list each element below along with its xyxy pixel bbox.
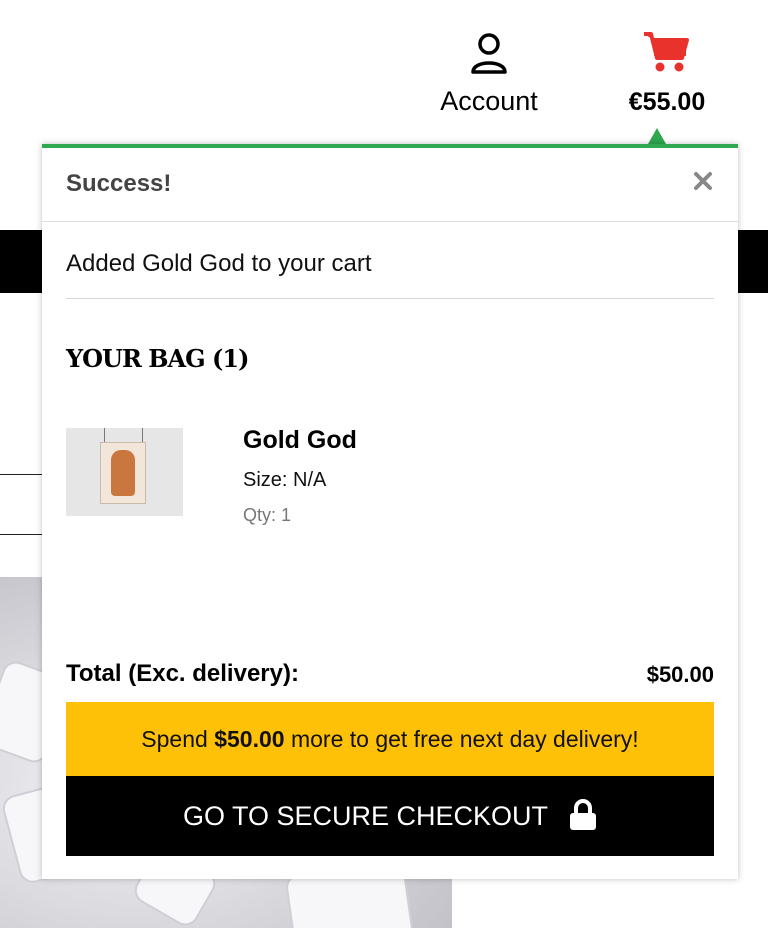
close-icon[interactable] — [692, 170, 714, 192]
divider-line — [0, 474, 42, 475]
product-qty: Qty: 1 — [243, 505, 292, 525]
toast-message: Added Gold God to your cart — [66, 250, 372, 277]
bag-heading: YOUR BAG (1) — [66, 344, 249, 373]
divider-line — [0, 534, 42, 535]
promo-prefix: Spend — [141, 726, 208, 752]
total-value: $50.00 — [646, 662, 714, 687]
account-label: Account — [440, 86, 538, 116]
free-delivery-banner: Spend $50.00 more to get free next day d… — [66, 702, 714, 776]
divider — [66, 298, 714, 299]
lock-icon — [570, 798, 597, 830]
cart-success-toast: Success! Added Gold God to your cart YOU… — [42, 144, 738, 879]
account-link[interactable]: Account — [430, 28, 548, 123]
user-icon — [471, 33, 507, 74]
cart-link[interactable]: €55.00 — [612, 28, 722, 123]
cart-total: €55.00 — [628, 88, 706, 116]
secure-checkout-button[interactable]: GO TO SECURE CHECKOUT — [66, 776, 714, 856]
shopping-cart-icon — [644, 32, 689, 72]
promo-suffix: more to get free next day delivery! — [290, 726, 639, 752]
product-size: Size: N/A — [243, 469, 327, 491]
toast-title: Success! — [66, 170, 172, 197]
toast-header: Success! — [42, 148, 738, 222]
toast-arrow — [648, 128, 666, 144]
promo-amount: $50.00 — [214, 726, 285, 752]
total-label: Total (Exc. delivery): — [66, 660, 299, 687]
product-thumbnail[interactable] — [66, 428, 183, 516]
checkout-label: GO TO SECURE CHECKOUT — [182, 801, 548, 831]
product-name[interactable]: Gold God — [243, 426, 357, 455]
